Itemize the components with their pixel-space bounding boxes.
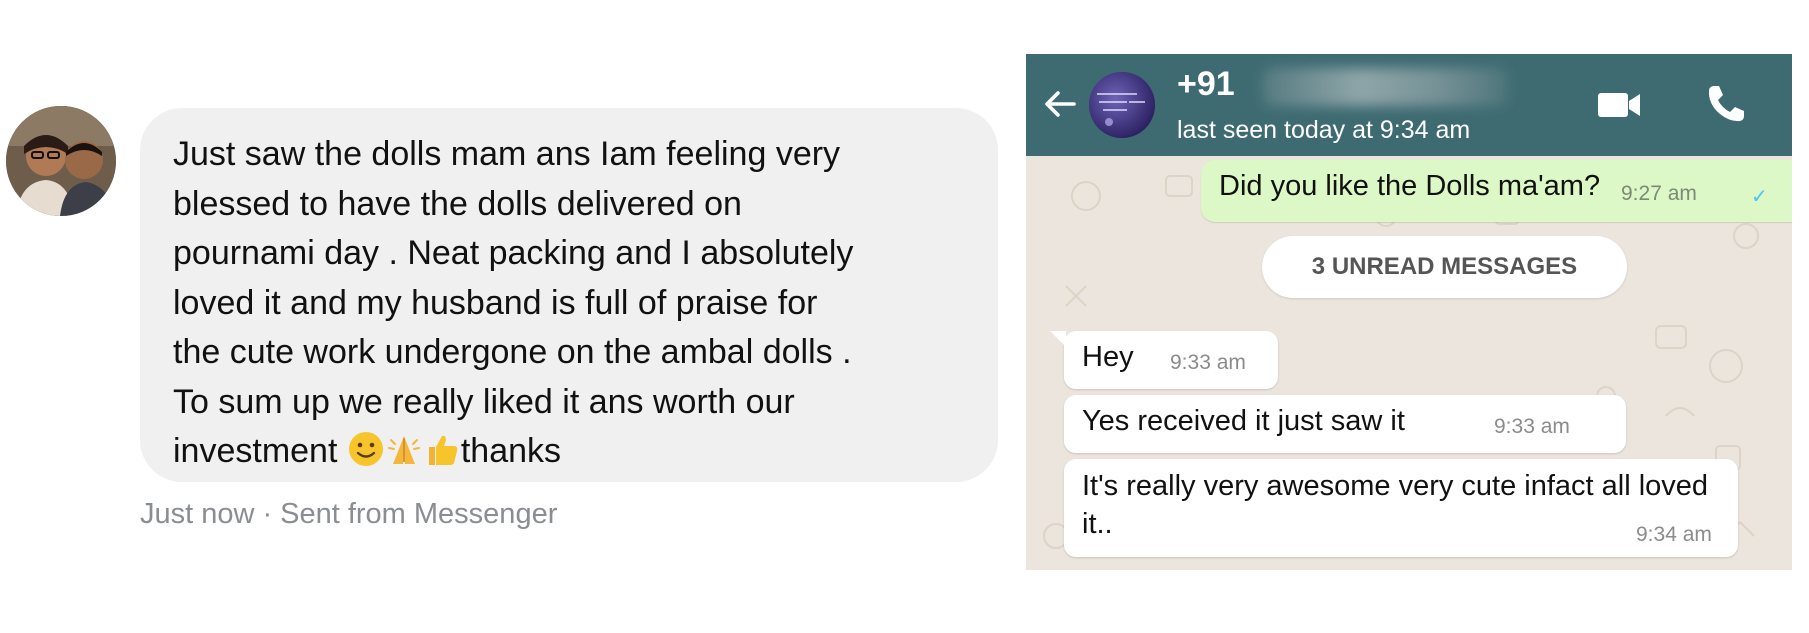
sender-avatar[interactable] (6, 106, 116, 216)
whatsapp-chat: +91 last seen today at 9:34 am Did you l… (1026, 54, 1792, 570)
folded-hands-icon (387, 436, 420, 464)
contact-avatar[interactable] (1089, 72, 1155, 138)
chat-header: +91 last seen today at 9:34 am (1026, 54, 1792, 156)
message-line: blessed to have the dolls delivered on (173, 184, 742, 223)
unread-messages-banner: 3 UNREAD MESSAGES (1262, 236, 1627, 298)
message-time: 9:34 am (1636, 523, 1712, 546)
message-line: investment (173, 432, 338, 470)
contact-name[interactable]: +91 (1177, 65, 1235, 104)
messenger-message-text: Just saw the dolls mam ans Iam feeling v… (173, 130, 968, 477)
message-text: Did you like the Dolls ma'am? (1219, 170, 1601, 202)
message-line: the cute work undergone on the ambal dol… (173, 333, 852, 371)
delivered-tick-icon: ✓ (1751, 186, 1768, 208)
message-time: 9:33 am (1170, 351, 1246, 374)
message-text: Hey (1082, 341, 1134, 373)
message-line: Just saw the dolls mam ans Iam feeling v… (173, 135, 841, 173)
messenger-message-bubble[interactable]: Just saw the dolls mam ans Iam feeling v… (140, 108, 998, 482)
redacted-number (1262, 68, 1508, 106)
video-call-icon[interactable] (1596, 88, 1644, 122)
message-time: 9:27 am (1621, 182, 1697, 205)
incoming-message[interactable]: Hey 9:33 am (1050, 331, 1278, 389)
incoming-message[interactable]: Yes received it just saw it 9:33 am (1064, 395, 1626, 453)
back-arrow-icon[interactable] (1040, 84, 1080, 124)
message-line: loved it and my husband is full of prais… (173, 283, 818, 322)
slightly-smiling-face-icon (348, 432, 383, 466)
message-time: 9:33 am (1494, 415, 1570, 438)
meta-separator: · (262, 498, 273, 530)
thumbs-up-icon (428, 435, 458, 465)
message-text: Yes received it just saw it (1082, 405, 1405, 437)
message-source: Sent from Messenger (280, 498, 558, 530)
last-seen-status: last seen today at 9:34 am (1177, 116, 1471, 144)
voice-call-icon[interactable] (1704, 82, 1748, 126)
message-end-text: thanks (460, 432, 562, 470)
incoming-message[interactable]: It's really very awesome very cute infac… (1064, 459, 1738, 557)
message-time: Just now (140, 498, 255, 530)
message-line: To sum up we really liked it ans worth o… (173, 382, 795, 421)
outgoing-message[interactable]: Did you like the Dolls ma'am? 9:27 am ✓ (1201, 160, 1792, 222)
message-line: pournami day . Neat packing and I absolu… (173, 234, 854, 272)
message-meta: Just now · Sent from Messenger (140, 498, 557, 531)
